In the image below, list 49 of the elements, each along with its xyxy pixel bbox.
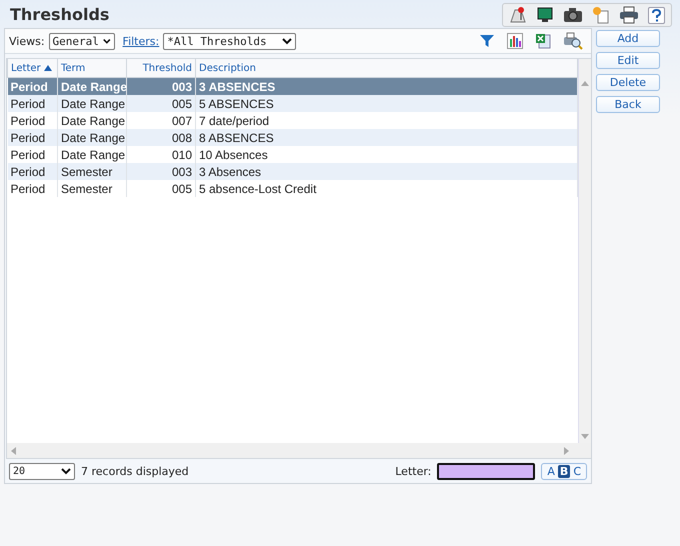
action-button[interactable]: Edit <box>596 52 660 69</box>
table-cell: 005 <box>126 180 196 197</box>
table-cell: Period <box>8 180 58 197</box>
views-dropdown[interactable]: General <box>48 32 115 50</box>
case-toggle[interactable]: A B C <box>541 462 587 480</box>
page-size-dropdown[interactable]: 20 <box>9 462 75 480</box>
table-cell: Date Range <box>58 95 126 112</box>
table-cell: 3 ABSENCES <box>196 78 578 95</box>
camera-icon[interactable] <box>563 6 583 24</box>
table-cell: Period <box>8 129 58 146</box>
action-button[interactable]: Back <box>596 96 660 113</box>
column-header[interactable]: Term <box>58 59 126 78</box>
page-title: Thresholds <box>10 5 110 24</box>
map-pin-icon[interactable] <box>509 6 527 24</box>
print-preview-icon[interactable] <box>563 32 583 50</box>
table-cell: 003 <box>126 78 196 95</box>
table-cell: 003 <box>126 163 196 180</box>
table-cell: 3 Absences <box>196 163 578 180</box>
table-cell: Semester <box>58 180 126 197</box>
dropdown-caret-icon[interactable] <box>61 468 71 474</box>
table-cell: 008 <box>126 129 196 146</box>
dropdown-caret-icon[interactable] <box>102 38 111 44</box>
column-header[interactable]: Description <box>196 59 578 78</box>
spreadsheet-icon[interactable] <box>535 33 551 49</box>
filters-dropdown[interactable]: *All Thresholds <box>163 32 296 50</box>
action-button[interactable]: Delete <box>596 74 660 91</box>
table-cell: Period <box>8 95 58 112</box>
views-label: Views: <box>9 34 45 48</box>
dropdown-caret-icon[interactable] <box>282 38 292 44</box>
document-star-icon[interactable] <box>592 6 610 24</box>
table-cell: 8 ABSENCES <box>196 129 578 146</box>
record-count: 7 records displayed <box>81 464 189 478</box>
letter-field[interactable] <box>437 462 536 480</box>
help-button[interactable] <box>648 6 665 24</box>
print-icon[interactable] <box>619 6 639 24</box>
table-cell: Semester <box>58 163 126 180</box>
column-header[interactable]: Letter <box>8 59 58 78</box>
table-cell: Period <box>8 78 58 95</box>
table-cell: Date Range <box>58 129 126 146</box>
table-cell: 5 ABSENCES <box>196 95 578 112</box>
table-cell: Period <box>8 163 58 180</box>
monitor-icon[interactable] <box>536 6 554 24</box>
column-header[interactable]: Threshold <box>126 59 196 78</box>
bar-chart-icon[interactable] <box>507 33 523 49</box>
letter-label: Letter: <box>395 464 432 478</box>
action-button[interactable]: Add <box>596 30 660 47</box>
filter-icon[interactable] <box>479 33 495 49</box>
table-cell: 005 <box>126 95 196 112</box>
filters-link[interactable]: Filters: <box>122 34 160 48</box>
